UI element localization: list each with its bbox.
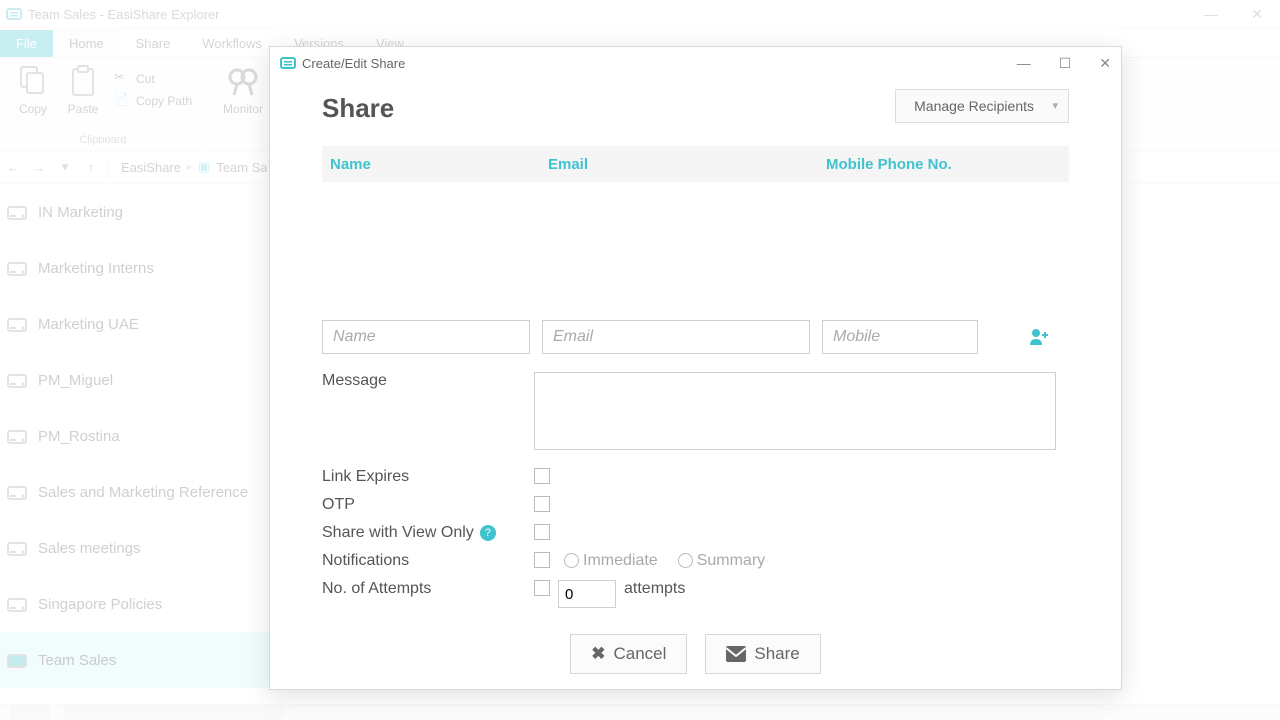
cancel-button[interactable]: ✖ Cancel	[570, 634, 687, 674]
notifications-label: Notifications	[322, 552, 534, 570]
attempts-input[interactable]	[558, 580, 616, 608]
link-expires-label: Link Expires	[322, 468, 534, 486]
notifications-checkbox[interactable]	[534, 552, 550, 568]
notif-immediate-option[interactable]: Immediate	[564, 552, 658, 570]
share-modal: Create/Edit Share — ☐ ✕ Share Manage Rec…	[269, 46, 1122, 690]
add-recipient-row	[322, 320, 1069, 354]
message-label: Message	[322, 372, 534, 390]
user-plus-icon	[1028, 327, 1048, 347]
otp-label: OTP	[322, 496, 534, 514]
recipients-header: Name Email Mobile Phone No.	[322, 146, 1069, 182]
radio-icon	[564, 553, 579, 568]
help-icon[interactable]: ?	[480, 525, 496, 541]
share-button[interactable]: Share	[705, 634, 820, 674]
modal-close-button[interactable]: ✕	[1099, 55, 1111, 72]
recipient-name-input[interactable]	[322, 320, 530, 354]
radio-icon	[678, 553, 693, 568]
attempts-suffix: attempts	[624, 580, 685, 598]
col-email: Email	[548, 156, 826, 173]
attempts-checkbox[interactable]	[534, 580, 550, 596]
message-input[interactable]	[534, 372, 1056, 450]
modal-heading: Share	[322, 93, 394, 124]
col-name: Name	[322, 156, 548, 173]
view-only-label: Share with View Only ?	[322, 524, 534, 542]
envelope-icon	[726, 646, 746, 662]
modal-titlebar: Create/Edit Share — ☐ ✕	[270, 47, 1121, 79]
recipient-email-input[interactable]	[542, 320, 810, 354]
recipients-list	[322, 182, 1069, 312]
add-recipient-button[interactable]	[1024, 323, 1052, 351]
attempts-label: No. of Attempts	[322, 580, 534, 598]
modal-maximize-button[interactable]: ☐	[1059, 55, 1072, 72]
view-only-checkbox[interactable]	[534, 524, 550, 540]
recipient-mobile-input[interactable]	[822, 320, 978, 354]
app-logo-icon	[280, 55, 296, 71]
col-mobile: Mobile Phone No.	[826, 156, 1069, 173]
manage-recipients-dropdown[interactable]: Manage Recipients	[895, 89, 1069, 123]
otp-checkbox[interactable]	[534, 496, 550, 512]
close-icon: ✖	[591, 644, 605, 664]
modal-minimize-button[interactable]: —	[1017, 55, 1031, 72]
modal-title: Create/Edit Share	[302, 56, 405, 71]
notif-summary-option[interactable]: Summary	[678, 552, 765, 570]
link-expires-checkbox[interactable]	[534, 468, 550, 484]
